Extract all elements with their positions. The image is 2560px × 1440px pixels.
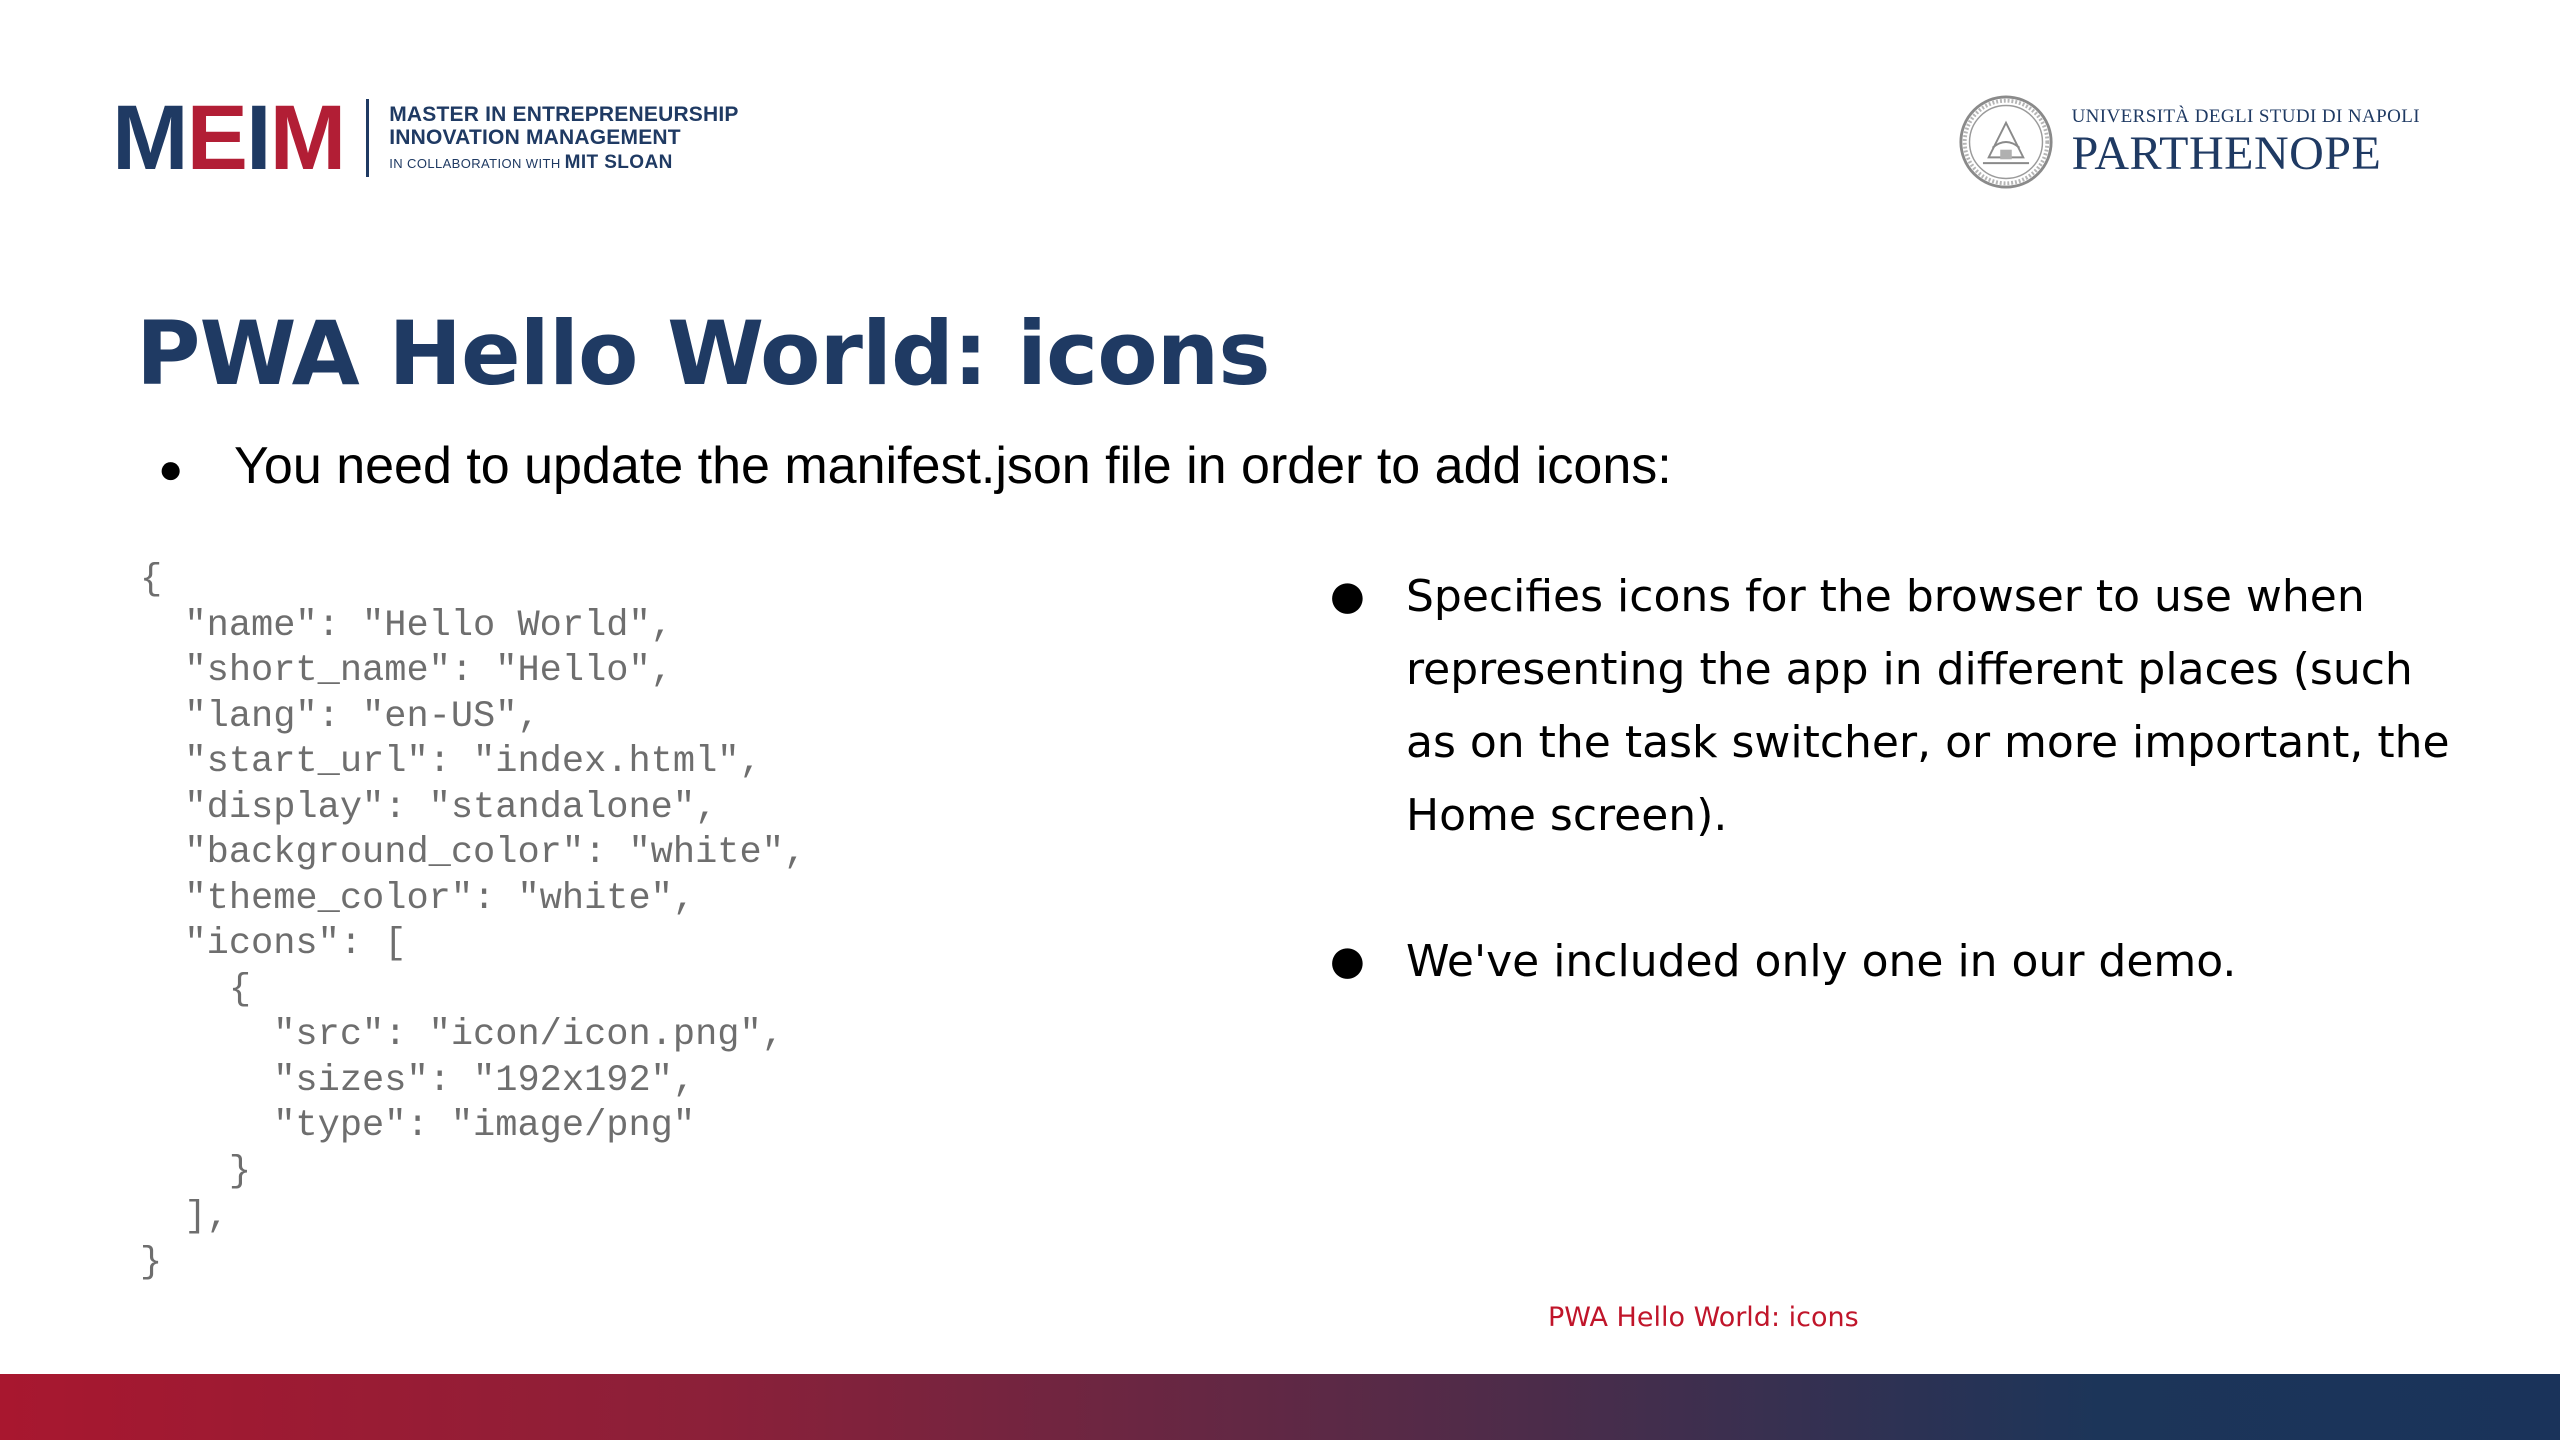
code-line: "lang": "en-US",: [140, 695, 540, 738]
right-bullet-item: ● Specifies icons for the browser to use…: [1330, 560, 2470, 852]
code-line: "theme_color": "white",: [140, 877, 696, 920]
code-line: "start_url": "index.html",: [140, 741, 762, 783]
meim-logo-line3: IN COLLABORATION WITH MIT SLOAN: [389, 152, 738, 173]
university-logo: UNIVERSITÀ DEGLI STUDI DI NAPOLI PARTHEN…: [1958, 94, 2420, 190]
meim-letter-m1: M: [112, 87, 189, 189]
university-logo-text: UNIVERSITÀ DEGLI STUDI DI NAPOLI PARTHEN…: [2072, 106, 2420, 178]
meim-logo-collab-prefix: IN COLLABORATION WITH: [389, 155, 561, 171]
university-name-line2: PARTHENOPE: [2071, 127, 2382, 180]
slide: M E I M MASTER IN ENTREPRENEURSHIP INNOV…: [0, 0, 2560, 1440]
code-line: }: [140, 1150, 252, 1193]
university-seal-icon: [1959, 95, 2053, 189]
meim-letter-e: E: [186, 87, 248, 189]
right-bullet-item: ● We've included only one in our demo.: [1330, 925, 2470, 998]
meim-logo-line2: INNOVATION MANAGEMENT: [389, 126, 681, 150]
code-line: {: [140, 559, 163, 601]
right-bullet-text: We've included only one in our demo.: [1406, 936, 2237, 987]
bullet-icon: ●: [1330, 938, 1365, 984]
meim-letter-m2: M: [269, 87, 347, 189]
bullet-icon: ●: [1330, 573, 1365, 619]
code-line: "sizes": "192x192",: [140, 1059, 696, 1102]
meim-logo: M E I M MASTER IN ENTREPRENEURSHIP INNOV…: [112, 92, 739, 184]
code-line: "type": "image/png": [140, 1105, 696, 1147]
right-bullet-list: ● Specifies icons for the browser to use…: [1330, 560, 2470, 998]
meim-logo-line1: MASTER IN ENTREPRENEURSHIP: [389, 102, 739, 126]
university-name-line1: UNIVERSITÀ DEGLI STUDI DI NAPOLI: [2071, 106, 2420, 127]
code-line: "icons": [: [140, 923, 407, 965]
code-line: {: [140, 968, 252, 1011]
footer-label: PWA Hello World: icons: [1548, 1302, 1859, 1333]
intro-bullet-text: You need to update the manifest.json fil…: [234, 437, 1672, 495]
meim-logo-mit-sloan: MIT SLOAN: [564, 151, 673, 173]
footer-gradient-bar: [0, 1374, 2560, 1440]
code-line: "short_name": "Hello",: [140, 650, 673, 692]
intro-bullet: ● You need to update the manifest.json f…: [158, 436, 1672, 496]
meim-letter-i: I: [246, 87, 271, 189]
bullet-icon: ●: [158, 445, 184, 492]
meim-logo-divider: [366, 99, 370, 177]
code-line: ],: [140, 1196, 229, 1238]
code-line: "src": "icon/icon.png",: [140, 1014, 784, 1056]
slide-title: PWA Hello World: icons: [136, 302, 1271, 405]
manifest-code-block: { "name": "Hello World", "short_name": "…: [140, 558, 806, 1286]
meim-logo-text: MASTER IN ENTREPRENEURSHIP INNOVATION MA…: [389, 103, 738, 173]
meim-logo-mark: M E I M: [112, 87, 347, 189]
right-bullet-text: Specifies icons for the browser to use w…: [1406, 571, 2450, 841]
code-line: "background_color": "white",: [140, 832, 807, 874]
code-line: }: [140, 1241, 163, 1284]
code-line: "display": "standalone",: [140, 786, 718, 829]
code-line: "name": "Hello World",: [140, 604, 673, 647]
